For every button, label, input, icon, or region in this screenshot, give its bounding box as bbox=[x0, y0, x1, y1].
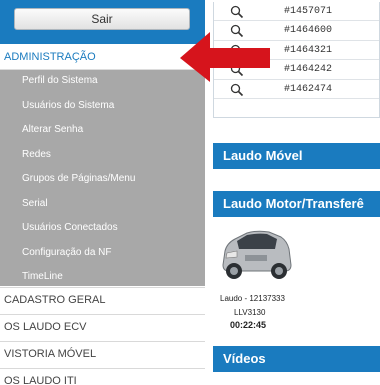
sidebar-item-usuarios-sistema[interactable]: Usuários do Sistema bbox=[0, 95, 205, 120]
sidebar-item-configuracao-nf[interactable]: Configuração da NF bbox=[0, 242, 205, 267]
search-icon[interactable] bbox=[230, 83, 244, 97]
sidebar-item-usuarios-conectados[interactable]: Usuários Conectados bbox=[0, 217, 205, 242]
order-number: #1464600 bbox=[284, 25, 333, 37]
sidebar-section-administracao[interactable]: ADMINISTRAÇÃO bbox=[0, 44, 205, 70]
order-number: #1462474 bbox=[284, 83, 333, 95]
laudo-id-text: Laudo - 12137333 bbox=[220, 294, 285, 303]
order-number: #1464321 bbox=[284, 44, 333, 56]
sidebar-item-grupos-paginas-menu[interactable]: Grupos de Páginas/Menu bbox=[0, 168, 205, 193]
sidebar-item-alterar-senha[interactable]: Alterar Senha bbox=[0, 119, 205, 144]
sidebar-section-os-laudo-iti[interactable]: OS LAUDO ITI bbox=[0, 368, 205, 385]
admin-submenu: Perfil do Sistema Usuários do Sistema Al… bbox=[0, 70, 205, 286]
order-number: #1457071 bbox=[284, 6, 333, 17]
sidebar-item-serial[interactable]: Serial bbox=[0, 193, 205, 218]
order-number: #1464242 bbox=[284, 64, 333, 76]
section-videos[interactable]: Vídeos bbox=[213, 346, 380, 372]
sidebar: Sair ADMINISTRAÇÃO Perfil do Sistema Usu… bbox=[0, 0, 205, 385]
elapsed-time-text: 00:22:45 bbox=[230, 320, 267, 330]
sidebar-section-cadastro-geral[interactable]: CADASTRO GERAL bbox=[0, 287, 205, 314]
car-thumbnail[interactable] bbox=[217, 225, 295, 285]
sidebar-section-os-laudo-ecv[interactable]: OS LAUDO ECV bbox=[0, 314, 205, 341]
plate-text: LLV3130 bbox=[234, 308, 266, 317]
search-icon[interactable] bbox=[230, 5, 244, 19]
logout-button[interactable]: Sair bbox=[14, 8, 190, 30]
table-row: #1462474 bbox=[214, 80, 379, 99]
sidebar-section-vistoria-movel[interactable]: VISTORIA MÓVEL bbox=[0, 341, 205, 368]
sidebar-item-perfil-sistema[interactable]: Perfil do Sistema bbox=[0, 70, 205, 95]
table-row: #1457071 bbox=[214, 2, 379, 22]
sidebar-top-bar: Sair bbox=[0, 0, 205, 44]
sidebar-item-redes[interactable]: Redes bbox=[0, 144, 205, 169]
section-laudo-movel[interactable]: Laudo Móvel bbox=[213, 143, 380, 169]
section-laudo-motor-transferencia[interactable]: Laudo Motor/Transferê bbox=[213, 191, 380, 217]
arrow-left-icon bbox=[180, 32, 270, 82]
